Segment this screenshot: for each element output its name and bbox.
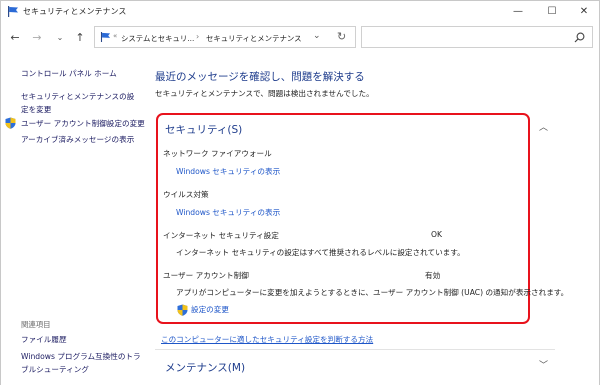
uac-shield-icon xyxy=(5,117,16,129)
breadcrumb-system-security[interactable]: システムとセキュリ... xyxy=(121,33,194,44)
chevron-up-icon[interactable]: ︿ xyxy=(539,120,548,133)
up-button[interactable]: ↑ xyxy=(71,29,89,45)
internet-security-status: OK xyxy=(431,230,442,239)
refresh-icon[interactable]: ↻ xyxy=(337,30,346,43)
maintenance-section-heading[interactable]: メンテナンス(M) xyxy=(165,360,245,375)
up-arrow-icon: ↑ xyxy=(75,30,85,44)
sidebar-item-compatibility-troubleshooter[interactable]: Windows プログラム互換性のトラブルシューティング xyxy=(21,350,141,376)
antivirus-windows-security-link[interactable]: Windows セキュリティの表示 xyxy=(176,207,280,218)
maximize-icon: ☐ xyxy=(547,5,557,17)
search-icon[interactable] xyxy=(574,32,585,43)
uac-change-settings-link[interactable]: 設定の変更 xyxy=(191,304,229,315)
window-title: セキュリティとメンテナンス xyxy=(23,7,127,16)
minimize-button[interactable]: — xyxy=(501,1,535,21)
close-button[interactable]: ✕ xyxy=(567,1,600,21)
forward-button[interactable]: → xyxy=(28,29,46,45)
sidebar-item-archived-messages[interactable]: アーカイブ済みメッセージの表示 xyxy=(21,133,134,146)
internet-security-title: インターネット セキュリティ設定 xyxy=(163,231,279,240)
internet-security-description: インターネット セキュリティの設定はすべて推奨されるレベルに設定されています。 xyxy=(176,248,465,257)
maximize-button[interactable]: ☐ xyxy=(535,1,569,21)
page-title: 最近のメッセージを確認し、問題を解決する xyxy=(155,71,365,83)
flag-icon xyxy=(100,32,111,42)
main-content: 最近のメッセージを確認し、問題を解決する セキュリティとメンテナンスで、問題は検… xyxy=(149,53,599,385)
forward-arrow-icon: → xyxy=(32,30,42,44)
section-divider xyxy=(155,349,555,350)
sidebar-item-file-history[interactable]: ファイル履歴 xyxy=(21,333,67,346)
page-subtitle: セキュリティとメンテナンスで、問題は検出されませんでした。 xyxy=(155,89,374,98)
sidebar-item-uac-settings[interactable]: ユーザー アカウント制御設定の変更 xyxy=(21,117,145,130)
uac-shield-icon xyxy=(177,304,188,316)
security-settings-help-link[interactable]: このコンピューターに適したセキュリティ設定を判断する方法 xyxy=(161,334,373,345)
uac-title: ユーザー アカウント制御 xyxy=(163,271,249,280)
firewall-title: ネットワーク ファイアウォール xyxy=(163,149,272,158)
breadcrumb-security-maintenance[interactable]: セキュリティとメンテナンス xyxy=(206,33,302,44)
breadcrumb-separator-icon[interactable]: › xyxy=(196,32,199,41)
antivirus-title: ウイルス対策 xyxy=(163,190,209,199)
navigation-bar: ← → ⌄ ↑ « システムとセキュリ... › セキュリティとメンテナンス ⌄… xyxy=(1,21,599,53)
recent-locations-button[interactable]: ⌄ xyxy=(51,29,69,45)
sidebar-item-control-panel-home[interactable]: コントロール パネル ホーム xyxy=(21,67,117,80)
related-heading: 関連項目 xyxy=(21,320,51,329)
flag-icon xyxy=(8,6,18,17)
chevron-down-icon: ⌄ xyxy=(56,32,64,42)
minimize-icon: — xyxy=(513,5,523,17)
firewall-windows-security-link[interactable]: Windows セキュリティの表示 xyxy=(176,166,280,177)
back-arrow-icon: ← xyxy=(10,30,20,44)
uac-description: アプリがコンピューターに変更を加えようとするときに、ユーザー アカウント制御 (… xyxy=(176,288,569,297)
close-icon: ✕ xyxy=(579,5,589,17)
security-section-heading[interactable]: セキュリティ(S) xyxy=(165,122,242,137)
search-input[interactable] xyxy=(361,26,593,48)
sidebar-item-change-settings[interactable]: セキュリティとメンテナンスの設定を変更 xyxy=(21,90,141,116)
address-dropdown-icon[interactable]: ⌄ xyxy=(313,31,321,41)
breadcrumb-overflow-icon[interactable]: « xyxy=(113,32,117,40)
back-button[interactable]: ← xyxy=(6,29,24,45)
uac-status: 有効 xyxy=(425,271,441,280)
address-bar[interactable]: « システムとセキュリ... › セキュリティとメンテナンス ⌄ ↻ xyxy=(94,26,356,48)
sidebar: コントロール パネル ホーム セキュリティとメンテナンスの設定を変更 ユーザー … xyxy=(1,53,149,385)
security-maintenance-window: セキュリティとメンテナンス — ☐ ✕ ← → ⌄ ↑ « システムとセキュリ.… xyxy=(0,0,600,385)
chevron-down-icon[interactable]: ﹀ xyxy=(539,358,548,371)
title-bar: セキュリティとメンテナンス — ☐ ✕ xyxy=(1,1,599,21)
